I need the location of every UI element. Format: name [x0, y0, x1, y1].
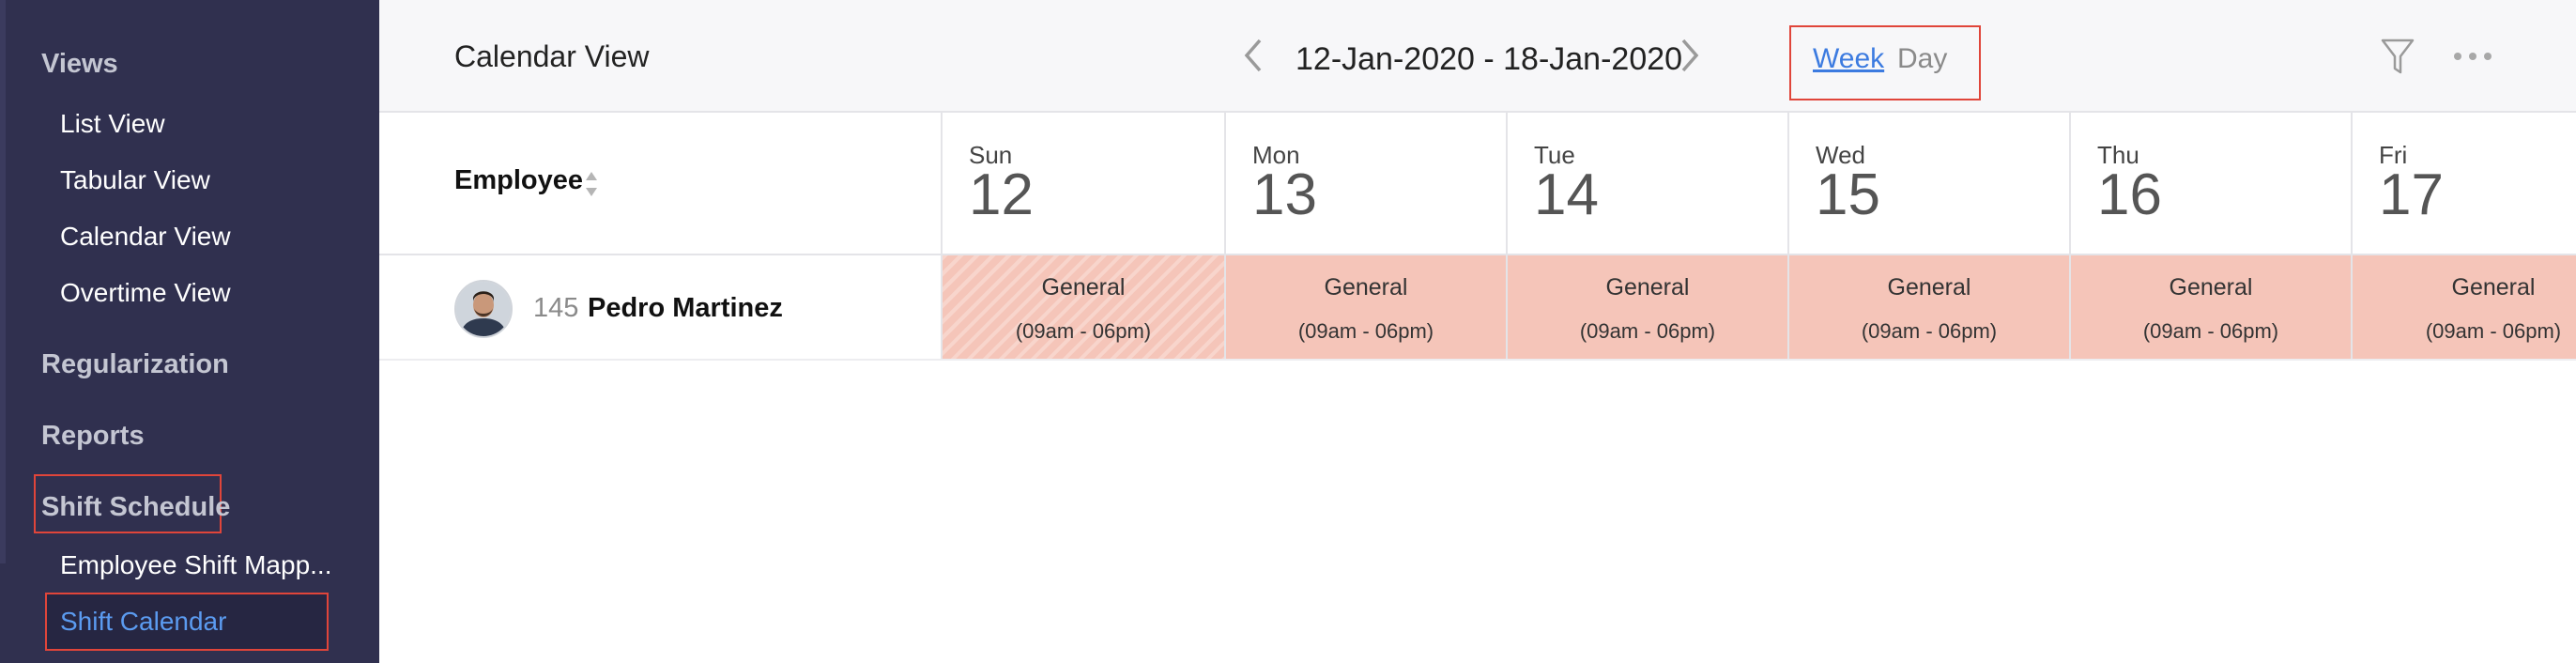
- day-number-13: 13: [1252, 162, 1317, 227]
- sidebar-item-employee-shift-mapping[interactable]: Employee Shift Mapp...: [60, 550, 331, 580]
- shift-time: (09am - 06pm): [1297, 319, 1434, 343]
- header-bar: Calendar View 12-Jan-2020 - 18-Jan-2020: [379, 0, 2576, 113]
- sort-icon[interactable]: [584, 169, 599, 199]
- shift-name: General: [2169, 274, 2253, 301]
- day-number-16: 16: [2097, 162, 2162, 227]
- employee-column-header[interactable]: Employee: [454, 165, 583, 196]
- filter-icon[interactable]: [2381, 38, 2415, 75]
- shift-name: General: [1605, 274, 1690, 301]
- avatar-portrait-icon: [456, 282, 511, 336]
- sidebar-item-overtime-view[interactable]: Overtime View: [60, 278, 231, 308]
- calendar-grid-header: [379, 113, 2576, 255]
- shift-name: General: [1887, 274, 1971, 301]
- sidebar-section-shift-schedule[interactable]: Shift Schedule: [41, 492, 230, 523]
- day-number-12: 12: [969, 162, 1034, 227]
- shift-time: (09am - 06pm): [2425, 319, 2562, 343]
- chevron-left-icon[interactable]: [1243, 38, 1264, 73]
- shift-cell-thu[interactable]: General (09am - 06pm): [2071, 255, 2351, 359]
- sidebar-item-list-view[interactable]: List View: [60, 109, 165, 139]
- chevron-right-icon[interactable]: [1679, 38, 1700, 73]
- sidebar-item-shift-calendar[interactable]: Shift Calendar: [60, 607, 226, 637]
- day-number-17: 17: [2379, 162, 2444, 227]
- sidebar-section-reports[interactable]: Reports: [41, 421, 145, 452]
- shift-cell-fri[interactable]: General (09am - 06pm): [2353, 255, 2576, 359]
- day-toggle[interactable]: Day: [1897, 43, 1947, 75]
- employee-id: 145: [533, 293, 579, 323]
- sidebar-item-tabular-view[interactable]: Tabular View: [60, 165, 210, 195]
- employee-name[interactable]: Pedro Martinez: [588, 293, 783, 324]
- shift-time: (09am - 06pm): [2142, 319, 2279, 343]
- shift-time: (09am - 06pm): [1015, 319, 1152, 343]
- more-options-icon[interactable]: [2452, 49, 2493, 64]
- page-title: Calendar View: [454, 39, 650, 73]
- shift-name: General: [2451, 274, 2536, 301]
- shift-cell-sun[interactable]: General (09am - 06pm): [943, 255, 1224, 359]
- sidebar-section-views[interactable]: Views: [41, 49, 118, 80]
- shift-time: (09am - 06pm): [1861, 319, 1998, 343]
- sidebar-section-regularization[interactable]: Regularization: [41, 349, 229, 380]
- shift-name: General: [1324, 274, 1408, 301]
- day-number-14: 14: [1534, 162, 1599, 227]
- shift-cell-tue[interactable]: General (09am - 06pm): [1508, 255, 1787, 359]
- day-number-15: 15: [1816, 162, 1880, 227]
- shift-name: General: [1041, 274, 1126, 301]
- shift-cell-mon[interactable]: General (09am - 06pm): [1226, 255, 1506, 359]
- sidebar-item-calendar-view[interactable]: Calendar View: [60, 222, 231, 252]
- avatar: [454, 280, 513, 338]
- sidebar-stripe: [0, 0, 6, 563]
- date-range: 12-Jan-2020 - 18-Jan-2020: [1296, 41, 1683, 77]
- shift-time: (09am - 06pm): [1579, 319, 1716, 343]
- week-toggle[interactable]: Week: [1813, 43, 1884, 75]
- shift-cell-wed[interactable]: General (09am - 06pm): [1789, 255, 2069, 359]
- row-divider: [379, 359, 2576, 361]
